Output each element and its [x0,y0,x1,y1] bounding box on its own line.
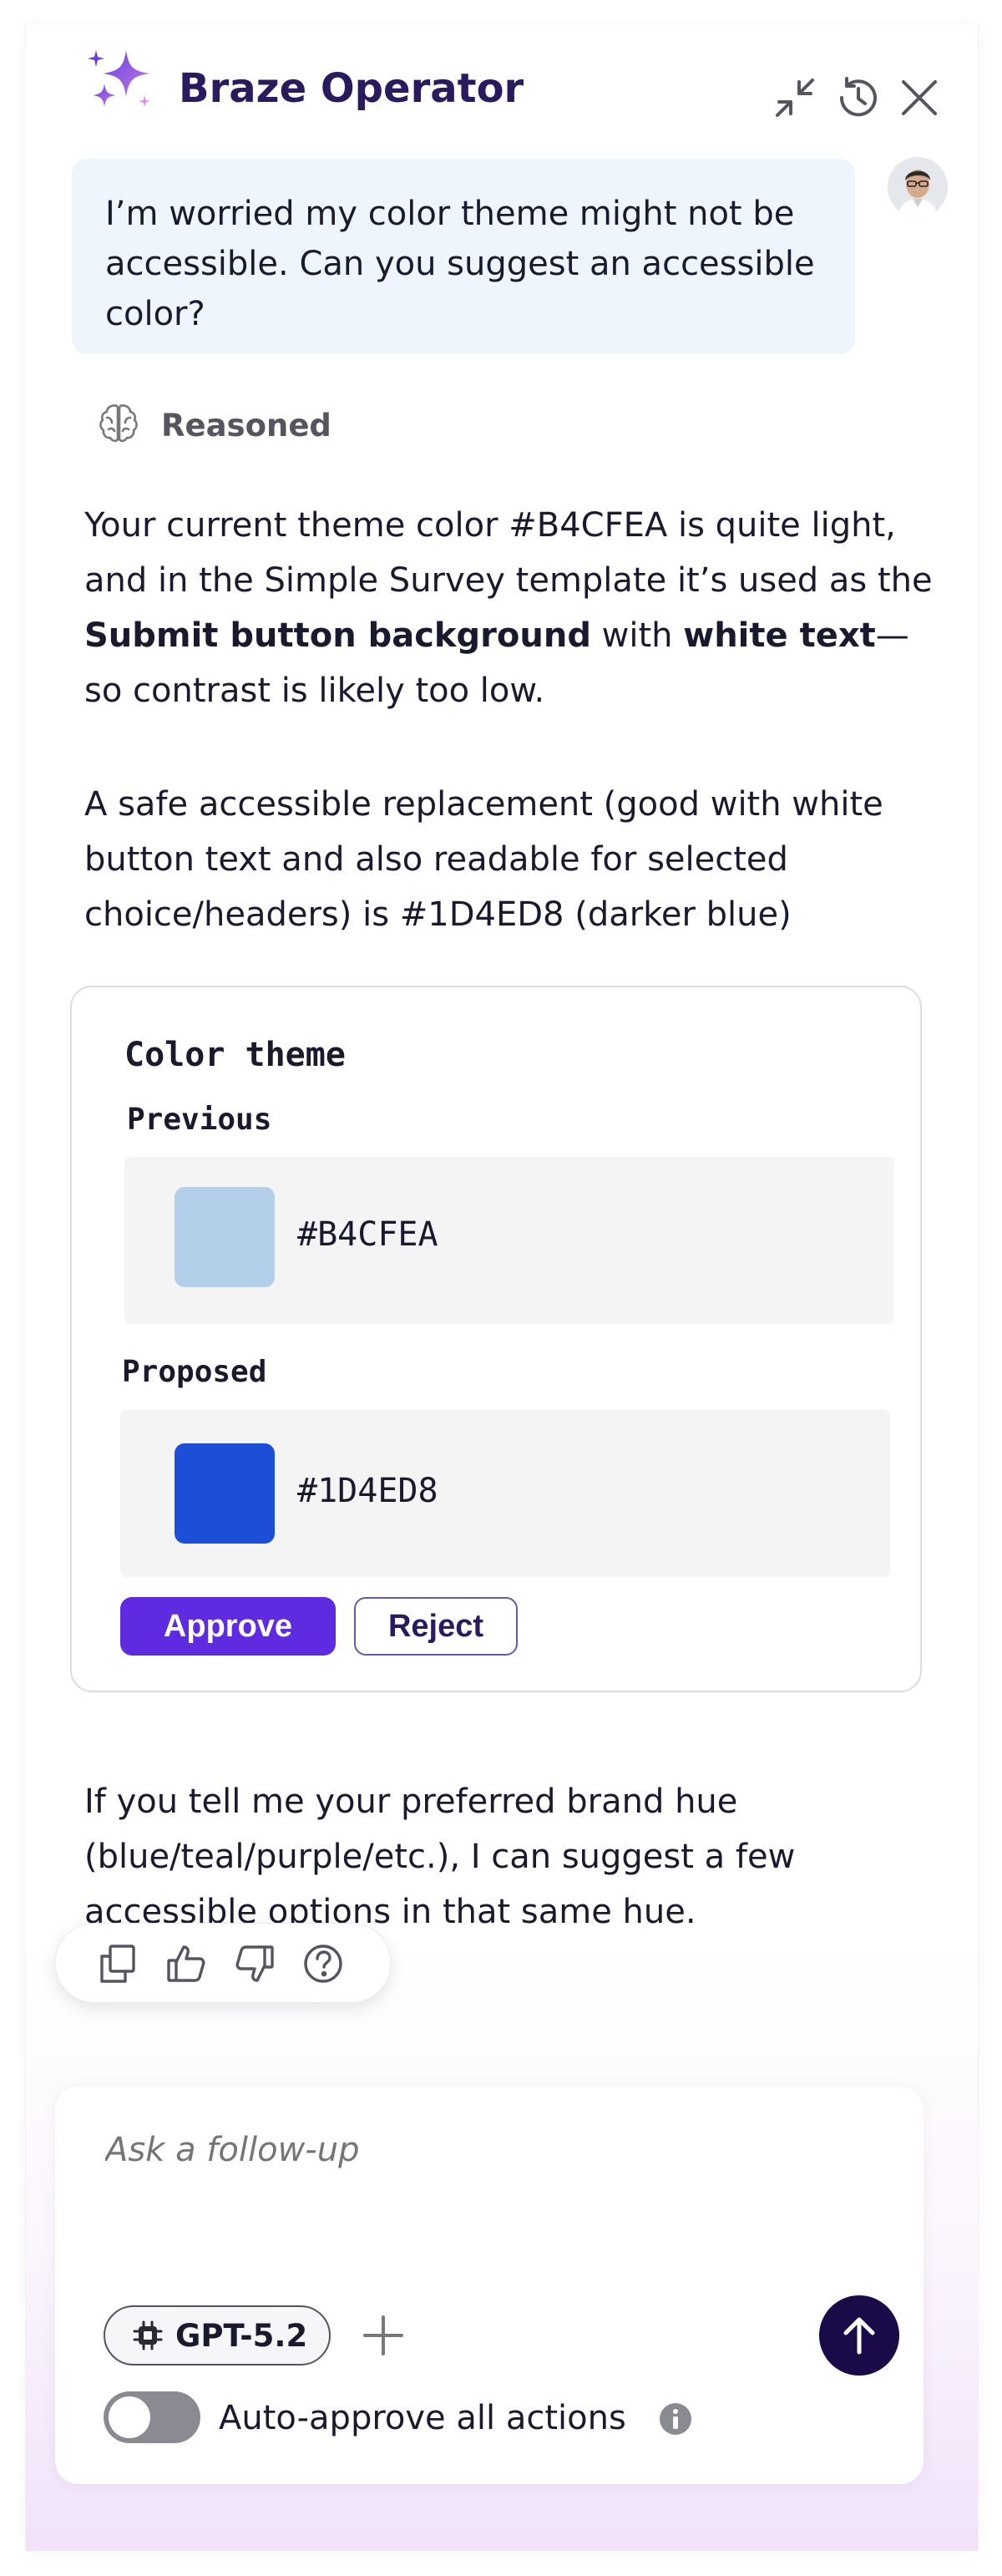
plus-icon[interactable] [360,2312,407,2359]
response-paragraph-3: If you tell me your preferred brand hue … [84,1782,796,1931]
previous-hex: #B4CFEA [297,1215,438,1254]
color-theme-card: Color theme Previous #B4CFEA Proposed #1… [70,986,922,1692]
panel-header: Braze Operator [26,25,978,134]
info-icon[interactable] [659,2402,692,2436]
previous-label: Previous [127,1103,272,1137]
close-icon[interactable] [897,75,942,120]
response-paragraph-1: Your current theme color #B4CFEA is quit… [84,506,933,710]
proposed-color-row: #1D4ED8 [120,1410,890,1577]
user-message: I’m worried my color theme might not be … [72,159,855,354]
previous-color-row: #B4CFEA [124,1157,894,1324]
operator-panel: Braze Operator I’m worried my color them… [25,25,979,2551]
avatar [888,157,948,217]
feedback-toolbar [55,1923,391,2003]
auto-approve-toggle[interactable] [104,2391,200,2443]
model-selector[interactable]: GPT-5.2 [104,2305,331,2366]
sparkle-icon [88,50,150,107]
auto-approve-label: Auto-approve all actions [219,2399,626,2437]
composer: GPT-5.2 Auto-approve all actions [55,2087,924,2484]
minimize-icon[interactable] [772,75,817,120]
card-title: Color theme [124,1036,346,1074]
reject-button[interactable]: Reject [354,1597,518,1656]
brain-icon [99,404,138,443]
copy-icon[interactable] [96,1942,139,1985]
proposed-label: Proposed [122,1355,267,1389]
follow-up-input[interactable] [104,2130,858,2170]
send-button[interactable] [819,2295,899,2376]
arrow-up-icon [843,2317,875,2355]
model-name: GPT-5.2 [175,2317,308,2354]
panel-title: Braze Operator [179,65,524,112]
reasoned-label: Reasoned [161,408,331,444]
thumbs-up-icon[interactable] [164,1942,208,1985]
help-icon[interactable] [301,1942,345,1985]
chip-icon [133,2320,163,2350]
previous-swatch [175,1187,275,1287]
proposed-hex: #1D4ED8 [297,1472,438,1510]
thumbs-down-icon[interactable] [233,1942,276,1985]
approve-button[interactable]: Approve [120,1597,336,1656]
history-icon[interactable] [834,75,879,120]
proposed-swatch [175,1443,275,1544]
response-paragraph-2: A safe accessible replacement (good with… [84,785,883,934]
toggle-knob [109,2396,150,2438]
